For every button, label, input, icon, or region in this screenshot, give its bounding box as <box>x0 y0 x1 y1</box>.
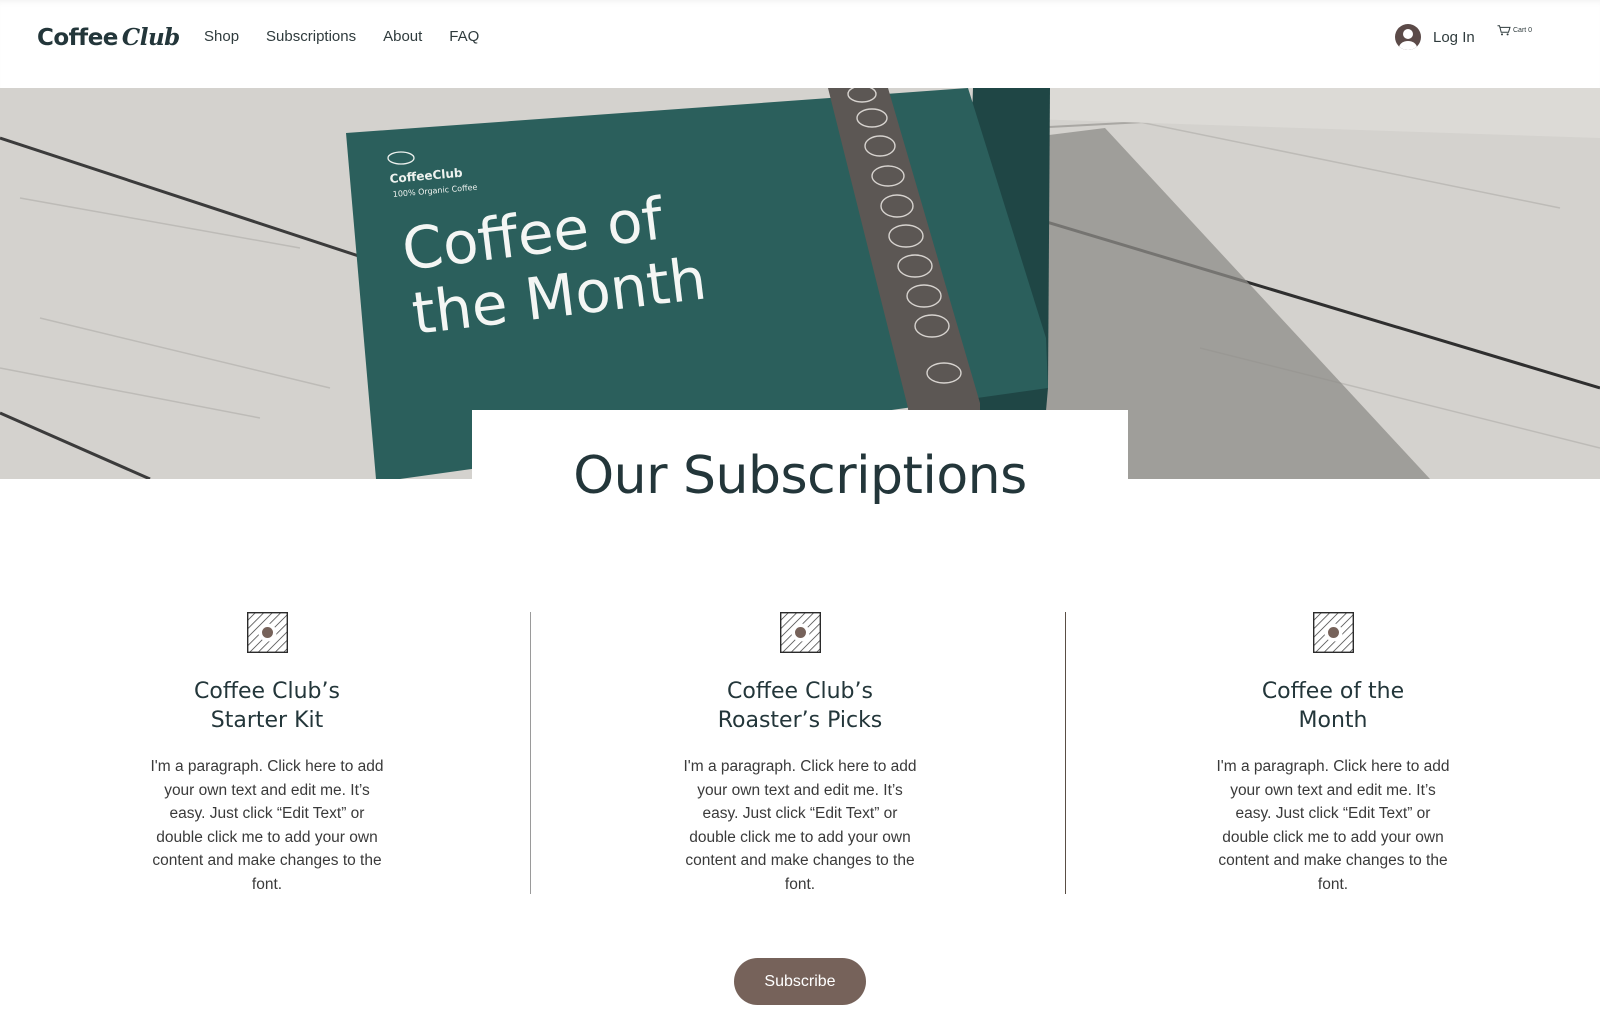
login-label: Log In <box>1433 28 1475 46</box>
cart-button[interactable]: Cart 0 <box>1497 25 1532 36</box>
nav-item-faq[interactable]: FAQ <box>449 28 479 45</box>
card-title-line1: Coffee Club’s <box>727 679 873 704</box>
site-logo[interactable]: Coffee Club <box>37 24 180 51</box>
card-title-line2: Roaster’s Picks <box>717 708 883 733</box>
card-text: I'm a paragraph. Click here to add your … <box>1216 758 1450 893</box>
page-title: Our Subscriptions <box>573 446 1027 506</box>
nav-item-subscriptions[interactable]: Subscriptions <box>266 28 356 45</box>
coffee-disc-icon <box>246 612 288 653</box>
site-header: Coffee Club Shop Subscriptions About FAQ … <box>0 0 1600 88</box>
main-nav: Shop Subscriptions About FAQ <box>204 28 479 45</box>
card-title-line2: Starter Kit <box>210 708 324 733</box>
column-divider <box>530 612 531 894</box>
subscribe-button[interactable]: Subscribe <box>734 958 866 1005</box>
card-title-line2: Month <box>1298 708 1368 733</box>
subscription-card: Coffee Club’s Roaster’s Picks I'm a para… <box>533 612 1067 896</box>
card-title: Coffee Club’s Roaster’s Picks <box>533 677 1067 735</box>
login-button[interactable]: Log In <box>1395 24 1475 50</box>
card-text: I'm a paragraph. Click here to add your … <box>683 758 917 893</box>
subscription-card: Coffee Club’s Starter Kit I'm a paragrap… <box>0 612 534 896</box>
cart-label: Cart 0 <box>1513 27 1533 34</box>
nav-item-about[interactable]: About <box>383 28 422 45</box>
cart-icon <box>1497 25 1511 36</box>
logo-main-text: Coffee <box>37 25 118 51</box>
nav-item-shop[interactable]: Shop <box>204 28 239 45</box>
coffee-disc-icon <box>1312 612 1354 653</box>
card-title: Coffee Club’s Starter Kit <box>0 677 534 735</box>
subscriptions-columns: Coffee Club’s Starter Kit I'm a paragrap… <box>0 612 1600 902</box>
user-avatar-icon <box>1395 24 1421 50</box>
card-text: I'm a paragraph. Click here to add your … <box>150 758 384 893</box>
card-title-line1: Coffee of the <box>1261 679 1405 704</box>
logo-script-text: Club <box>121 24 180 51</box>
card-title: Coffee of the Month <box>1066 677 1600 735</box>
coffee-disc-icon <box>779 612 821 653</box>
card-title-line1: Coffee Club’s <box>194 679 340 704</box>
subscription-card: Coffee of the Month I'm a paragraph. Cli… <box>1066 612 1600 896</box>
